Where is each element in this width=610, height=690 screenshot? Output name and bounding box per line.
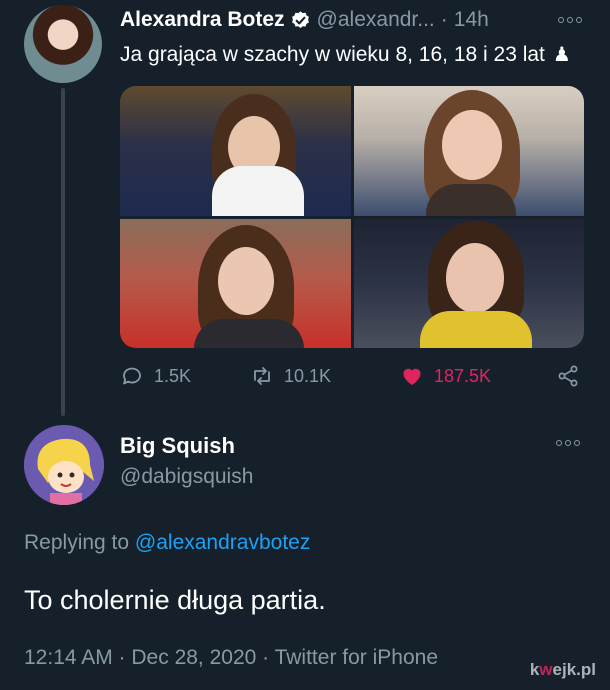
author-avatar[interactable] — [24, 5, 102, 83]
retweet-button[interactable]: 10.1K — [250, 364, 331, 388]
share-button[interactable] — [556, 364, 580, 388]
reply-icon — [123, 367, 141, 385]
replying-to-label: Replying to — [24, 531, 130, 554]
author-name[interactable]: Alexandra Botez — [120, 8, 285, 32]
more-icon[interactable] — [558, 17, 582, 23]
reply-count: 1.5K — [154, 365, 192, 386]
retweet-icon — [254, 367, 270, 385]
heart-icon — [403, 368, 421, 385]
photo-4[interactable] — [353, 218, 584, 348]
more-icon[interactable] — [556, 440, 580, 446]
verified-icon — [291, 10, 309, 28]
reply-text: To cholernie długa partia. — [24, 585, 326, 615]
photo-1[interactable] — [120, 86, 351, 216]
reply-author-handle[interactable]: @dabigsquish — [120, 465, 253, 489]
retweet-count: 10.1K — [284, 365, 332, 386]
watermark-accent: w — [539, 660, 553, 679]
share-icon — [558, 365, 578, 387]
watermark-suffix: ejk.pl — [552, 660, 596, 679]
replying-to-handle[interactable]: @alexandravbotez — [135, 531, 310, 554]
reply-button[interactable]: 1.5K — [120, 364, 191, 388]
tweet-text-content: Ja grająca w szachy w wieku 8, 16, 18 i … — [120, 42, 545, 66]
kwejk-watermark: kwejk.pl — [530, 660, 596, 680]
photo-2[interactable] — [353, 86, 584, 216]
tweet-actions: 1.5K 10.1K 187.5K — [120, 364, 590, 394]
tweet-text: Ja grająca w szachy w wieku 8, 16, 18 i … — [120, 42, 571, 67]
like-button[interactable]: 187.5K — [400, 364, 491, 388]
replying-to: Replying to @alexandravbotez — [24, 531, 310, 555]
tweet-time[interactable]: 14h — [454, 8, 489, 32]
separator-dot: · — [440, 8, 448, 31]
like-count: 187.5K — [434, 365, 492, 386]
reply-author-name[interactable]: Big Squish — [120, 433, 235, 459]
author-handle[interactable]: @alexandr... — [317, 8, 435, 32]
photo-3[interactable] — [120, 218, 351, 348]
media-grid — [120, 86, 584, 348]
thread-line — [61, 88, 65, 416]
watermark-prefix: k — [529, 660, 540, 679]
reply-author-avatar[interactable] — [24, 425, 104, 505]
reply-timestamp[interactable]: 12:14 AM · Dec 28, 2020 · Twitter for iP… — [24, 646, 438, 670]
chess-pawn-emoji: ♟ — [552, 44, 571, 66]
tweet-header: Alexandra Botez @alexandr... · 14h — [120, 6, 590, 34]
cartoon-avatar-icon — [24, 425, 104, 505]
